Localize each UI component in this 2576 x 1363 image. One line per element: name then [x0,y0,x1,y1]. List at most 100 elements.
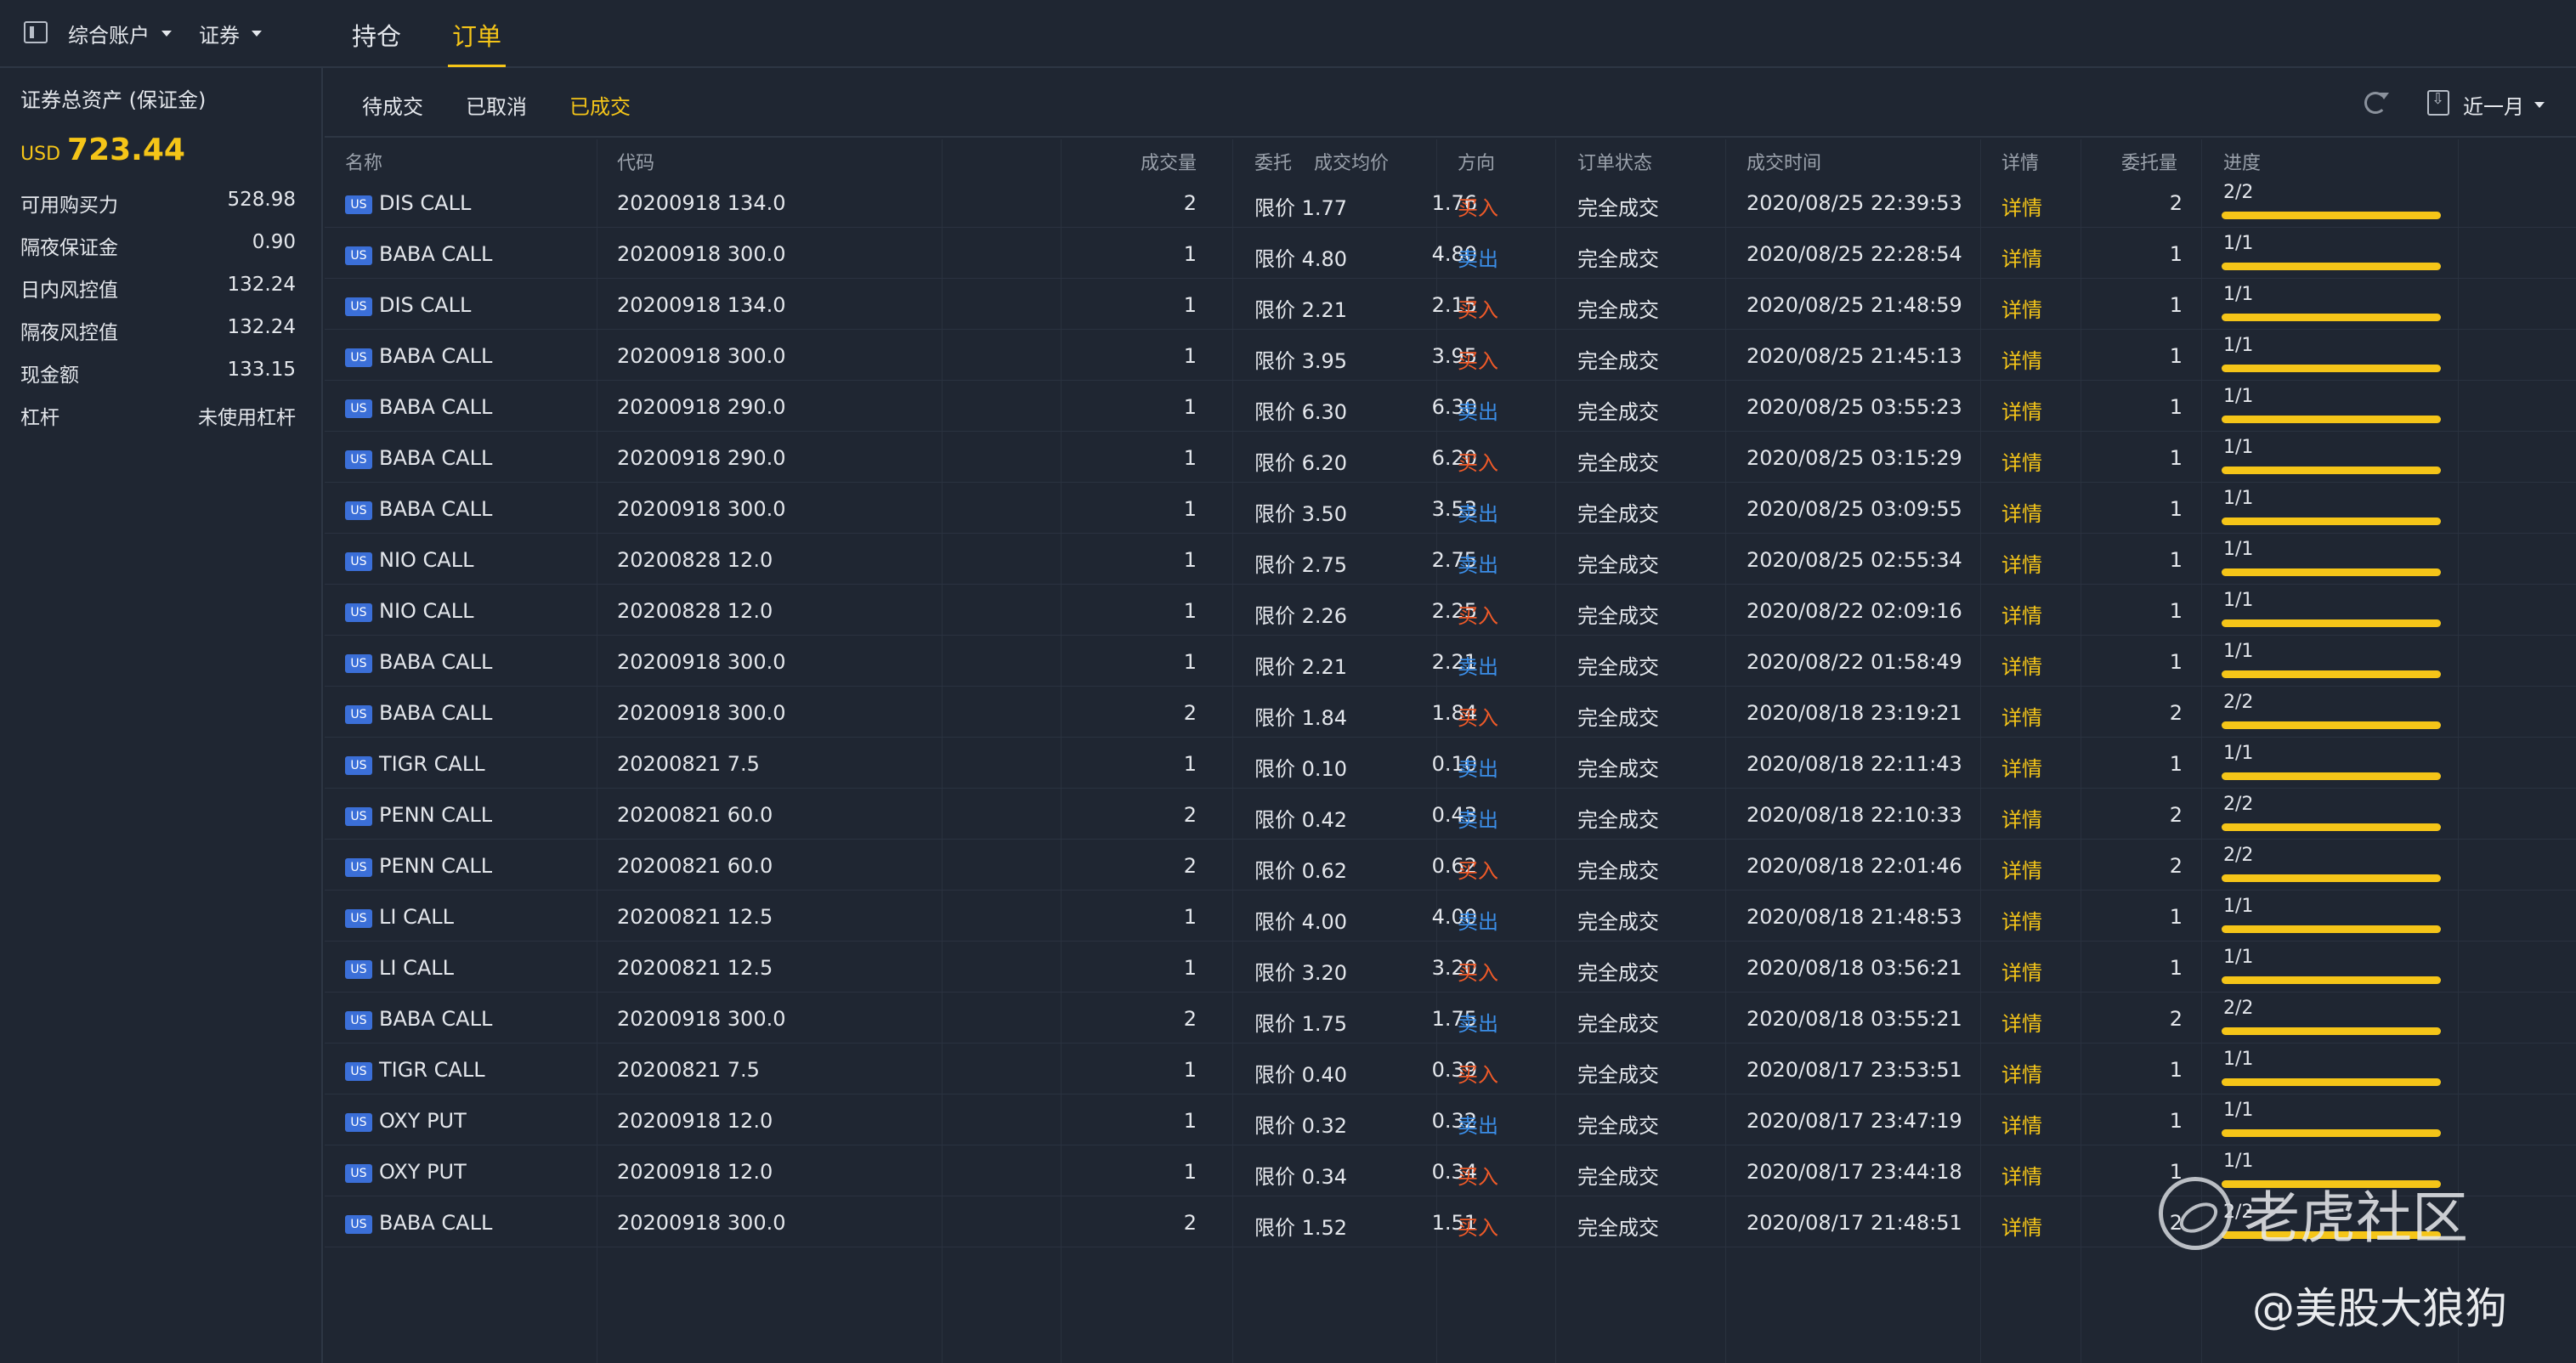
table-row[interactable]: US PENN CALL 20200821 60.0 2 0.62 限价 0.62 买入 完全… [325,840,2576,891]
detail-link[interactable]: 详情 [2001,1058,2042,1088]
table-row[interactable]: US BABA CALL 20200918 300.0 1 2.21 限价 2.21 卖出完… [325,636,2576,687]
detail-link[interactable]: 详情 [2001,905,2042,935]
header-avg-price[interactable]: 成交均价 [1314,148,1389,175]
table-row[interactable]: US TIGR CALL 20200821 7.5 1 0.39 限价 0.40 买入 完全成… [325,1043,2576,1094]
market-badge: US [345,705,372,724]
cell-order: 限价 0.42 [1254,808,1348,832]
progress-label: 1/1 [2223,233,2254,254]
subtab-pending[interactable]: 待成交 [362,90,423,120]
cell-direction: 买入 [1458,349,1498,373]
progress-fill [2222,1027,2441,1035]
table-row[interactable]: US BABA CALL 20200918 300.0 1 4.80 限价 4.80 卖出完… [325,228,2576,279]
cell-name: US DIS CALL [345,191,471,215]
detail-link[interactable]: 详情 [2001,956,2042,986]
header-direction[interactable]: 方向 [1458,148,1495,175]
market-selector[interactable]: 证券 [199,19,262,48]
instrument-name: NIO CALL [379,599,474,623]
table-row[interactable]: US BABA CALL 20200918 300.0 2 1.84 限价 1.84 买入完… [325,687,2576,738]
detail-link[interactable]: 详情 [2001,548,2042,578]
cell-name: US BABA CALL [345,650,492,674]
header-code[interactable]: 代码 [617,148,654,175]
table-row[interactable]: US BABA CALL 20200918 300.0 1 3.53 限价 3.50 卖出完… [325,483,2576,534]
detail-link[interactable]: 详情 [2001,1109,2042,1139]
detail-link[interactable]: 详情 [2001,242,2042,272]
cell-name: US OXY PUT [345,1109,467,1133]
detail-link[interactable]: 详情 [2001,395,2042,425]
header-progress[interactable]: 进度 [2223,148,2261,175]
account-selector[interactable]: 综合账户 [68,19,172,48]
table-row[interactable]: US LI CALL 20200821 12.5 1 3.20 限价 3.20 买入 完全成交… [325,942,2576,993]
refresh-icon[interactable] [2364,92,2389,114]
progress-fill [2222,823,2441,831]
detail-link[interactable]: 详情 [2001,1211,2042,1241]
detail-link[interactable]: 详情 [2001,344,2042,374]
header-name[interactable]: 名称 [345,148,382,175]
total-assets-value: USD 723.44 [20,133,185,167]
market-badge: US [345,603,372,622]
table-row[interactable]: US PENN CALL 20200821 60.0 2 0.43 限价 0.42 卖出 完全… [325,789,2576,840]
cell-order-qty: 1 [2169,599,2183,623]
cell-qty: 1 [1183,956,1197,980]
download-icon[interactable] [2427,90,2449,116]
progress-bar [2222,874,2441,882]
progress-bar [2222,1027,2441,1035]
cell-time: 2020/08/17 23:44:18 [1747,1160,1962,1184]
detail-link[interactable]: 详情 [2001,446,2042,476]
header-order-qty[interactable]: 委托量 [2121,148,2177,175]
detail-link[interactable]: 详情 [2001,497,2042,527]
header-status[interactable]: 订单状态 [1577,148,1652,175]
detail-link[interactable]: 详情 [2001,701,2042,731]
cell-qty: 2 [1183,191,1197,215]
detail-link[interactable]: 详情 [2001,293,2042,323]
progress-label: 1/1 [2223,437,2254,458]
progress-bar [2222,721,2441,729]
cell-order-qty: 1 [2169,1058,2183,1082]
instrument-name: LI CALL [379,905,454,929]
cell-code: 20200918 300.0 [617,650,786,674]
tab-holdings[interactable]: 持仓 [352,17,401,53]
header-qty[interactable]: 成交量 [1141,148,1197,175]
detail-link[interactable]: 详情 [2001,854,2042,884]
cell-time: 2020/08/18 22:10:33 [1747,803,1962,827]
detail-link[interactable]: 详情 [2001,191,2042,221]
chevron-down-icon [252,31,262,37]
progress-label: 1/1 [2223,539,2254,560]
table-row[interactable]: US DIS CALL 20200918 134.0 1 2.15 限价 2.21 买入 完全… [325,279,2576,330]
summary-item-label: 日内风控值 [20,280,118,302]
detail-link[interactable]: 详情 [2001,752,2042,782]
cell-code: 20200821 60.0 [617,854,773,878]
detail-link[interactable]: 详情 [2001,650,2042,680]
detail-link[interactable]: 详情 [2001,1007,2042,1037]
cell-order-qty: 2 [2169,803,2183,827]
subtab-cancelled[interactable]: 已取消 [466,90,527,120]
table-row[interactable]: US TIGR CALL 20200821 7.5 1 0.10 限价 0.10 卖出 完全成… [325,738,2576,789]
detail-link[interactable]: 详情 [2001,599,2042,629]
table-row[interactable]: US BABA CALL 20200918 300.0 2 1.75 限价 1.75 卖出完… [325,993,2576,1043]
subtab-filled[interactable]: 已成交 [569,90,631,120]
cell-status: 完全成交 [1577,910,1659,934]
detail-link[interactable]: 详情 [2001,1160,2042,1190]
table-row[interactable]: US NIO CALL 20200828 12.0 1 2.75 限价 2.75 卖出 完全成… [325,534,2576,585]
table-row[interactable]: US BABA CALL 20200918 300.0 1 3.95 限价 3.95 买入完… [325,330,2576,381]
cell-direction: 卖出 [1458,502,1498,526]
market-badge: US [345,909,372,928]
table-row[interactable]: US OXY PUT 20200918 12.0 1 0.32 限价 0.32 卖出 完全成交… [325,1094,2576,1145]
period-selector[interactable]: 近一月 [2463,90,2545,120]
cell-order-qty: 2 [2169,854,2183,878]
table-row[interactable]: US BABA CALL 20200918 290.0 1 6.20 限价 6.20 买入完… [325,432,2576,483]
header-order[interactable]: 委托 [1254,148,1292,175]
table-row[interactable]: US LI CALL 20200821 12.5 1 4.00 限价 4.00 卖出 完全成交… [325,891,2576,942]
cell-order-qty: 1 [2169,752,2183,776]
header-time[interactable]: 成交时间 [1747,148,1821,175]
cell-order: 限价 0.10 [1254,757,1348,781]
table-row[interactable]: US DIS CALL 20200918 134.0 2 1.76 限价 1.77 买入 完全… [325,177,2576,228]
table-row[interactable]: US NIO CALL 20200828 12.0 1 2.25 限价 2.26 买入 完全成… [325,585,2576,636]
cell-order: 限价 1.75 [1254,1012,1348,1036]
cell-time: 2020/08/22 01:58:49 [1747,650,1962,674]
table-row[interactable]: US BABA CALL 20200918 290.0 1 6.30 限价 6.30 卖出完… [325,381,2576,432]
tab-orders[interactable]: 订单 [452,17,501,53]
cell-code: 20200918 300.0 [617,344,786,368]
sidebar-toggle-icon[interactable] [24,21,48,43]
header-detail[interactable]: 详情 [2001,148,2039,175]
detail-link[interactable]: 详情 [2001,803,2042,833]
